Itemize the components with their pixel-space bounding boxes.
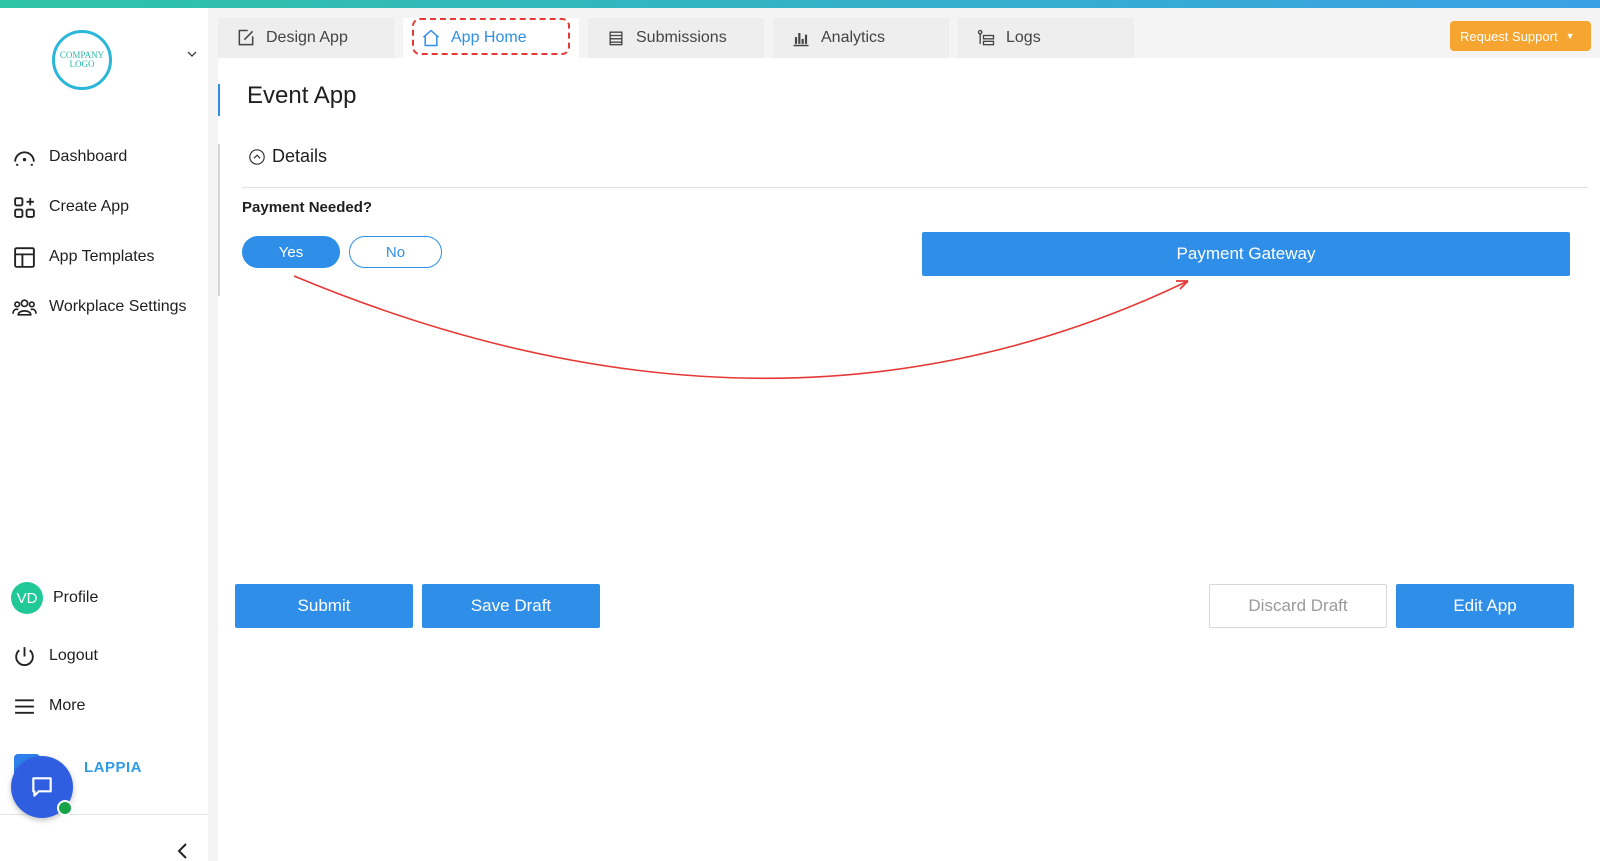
sidebar-item-label: More bbox=[49, 697, 86, 714]
sidebar-item-label: App Templates bbox=[49, 248, 155, 265]
sidebar-item-dashboard[interactable]: Dashboard bbox=[12, 142, 127, 172]
chat-icon bbox=[32, 777, 52, 797]
submit-button[interactable]: Submit bbox=[235, 584, 413, 628]
caret-down-icon: ▼ bbox=[1565, 31, 1575, 41]
sidebar-item-label: Logout bbox=[49, 647, 98, 664]
sidebar: COMPANY LOGO Dashboard Create App App Te… bbox=[0, 8, 208, 861]
tab-design-app[interactable]: Design App bbox=[218, 18, 394, 58]
avatar: VD bbox=[11, 582, 43, 614]
tab-label: Submissions bbox=[636, 29, 727, 46]
users-group-icon bbox=[12, 298, 37, 316]
main-panel: Event App Details Payment Needed? Yes No… bbox=[218, 58, 1600, 861]
tab-label: Logs bbox=[1006, 29, 1041, 46]
sidebar-item-label: Workplace Settings bbox=[49, 298, 187, 315]
sidebar-item-logout[interactable]: Logout bbox=[12, 641, 98, 671]
company-logo[interactable]: COMPANY LOGO bbox=[52, 30, 112, 90]
gauge-icon bbox=[14, 150, 35, 166]
sidebar-item-label: Profile bbox=[53, 589, 99, 606]
request-support-button[interactable]: Request Support ▼ bbox=[1450, 21, 1591, 51]
chevron-down-icon[interactable] bbox=[186, 48, 198, 60]
request-support-label: Request Support bbox=[1460, 28, 1558, 44]
sidebar-item-label: Dashboard bbox=[49, 148, 128, 165]
annotation-highlight-box bbox=[412, 18, 570, 55]
bar-chart-icon bbox=[793, 33, 809, 47]
tab-label: Design App bbox=[266, 29, 348, 46]
sidebar-item-more[interactable]: More bbox=[12, 691, 85, 721]
save-draft-button[interactable]: Save Draft bbox=[422, 584, 600, 628]
sidebar-item-create-app[interactable]: Create App bbox=[12, 192, 129, 222]
sidebar-item-app-templates[interactable]: App Templates bbox=[12, 242, 155, 272]
sidebar-item-label: Create App bbox=[49, 198, 130, 215]
edit-app-button[interactable]: Edit App bbox=[1396, 584, 1574, 628]
sidebar-item-workplace-settings[interactable]: Workplace Settings bbox=[12, 292, 187, 322]
top-gradient-bar bbox=[0, 0, 1600, 8]
annotation-arrow bbox=[293, 275, 1189, 380]
tab-logs[interactable]: Logs bbox=[958, 18, 1134, 58]
hamburger-icon bbox=[15, 698, 34, 714]
list-icon bbox=[609, 31, 623, 46]
logs-icon bbox=[977, 29, 995, 46]
logo-text: COMPANY LOGO bbox=[59, 50, 105, 69]
sidebar-item-profile[interactable]: VD Profile bbox=[11, 581, 98, 615]
tab-submissions[interactable]: Submissions bbox=[588, 18, 764, 58]
edit-icon bbox=[238, 29, 254, 46]
chevron-left-icon[interactable] bbox=[176, 842, 190, 860]
layout-template-icon bbox=[14, 246, 35, 268]
tab-label: Analytics bbox=[821, 29, 886, 46]
online-status-dot bbox=[57, 800, 73, 816]
power-icon bbox=[15, 646, 34, 666]
grid-plus-icon bbox=[14, 196, 35, 218]
discard-draft-button[interactable]: Discard Draft bbox=[1209, 584, 1387, 628]
tab-analytics[interactable]: Analytics bbox=[773, 18, 949, 58]
brand-name: LAPPIA bbox=[84, 758, 143, 776]
